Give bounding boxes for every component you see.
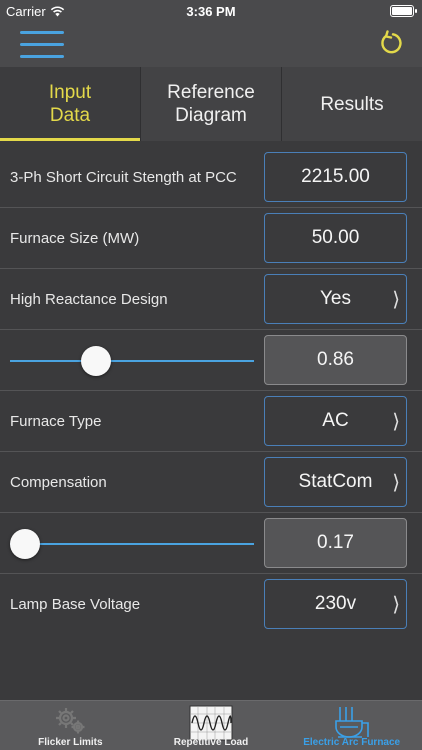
short-circuit-value: 2215.00 (301, 166, 370, 187)
row-compensation: Compensation StatCom ⟩ (0, 452, 422, 513)
high-reactance-selector[interactable]: Yes ⟩ (264, 274, 407, 324)
tabbar-item-electric-arc-furnace[interactable]: Electric Arc Furnace (281, 701, 422, 750)
status-time: 3:36 PM (186, 4, 236, 19)
repetitive-load-label: Repetitive Load (173, 737, 249, 748)
compensation-slider-value-box: 0.17 (264, 518, 407, 568)
battery-icon (390, 5, 417, 17)
electric-arc-furnace-label: Electric Arc Furnace (303, 737, 401, 748)
reactance-slider-thumb[interactable] (80, 346, 111, 376)
row-short-circuit: 3-Ph Short Circuit Stength at PCC 2215.0… (0, 147, 422, 208)
navigation-bar (0, 22, 422, 67)
row-compensation-slider: 0.17 (0, 513, 422, 574)
segment-tabs: Input Data Reference Diagram Results (0, 67, 422, 141)
lamp-voltage-label: Lamp Base Voltage (10, 596, 141, 613)
row-reactance-slider: 0.86 (0, 330, 422, 391)
furnace-size-value: 50.00 (311, 227, 360, 248)
reactance-slider-value: 0.86 (317, 349, 354, 370)
compensation-slider-track[interactable] (10, 529, 254, 559)
chevron-right-icon: ⟩ (392, 289, 400, 311)
row-lamp-voltage: Lamp Base Voltage 230v ⟩ (0, 574, 422, 635)
tab-input-data[interactable]: Input Data (0, 67, 141, 141)
compensation-slider-thumb[interactable] (10, 529, 40, 559)
refresh-icon[interactable] (378, 30, 404, 56)
furnace-type-value: AC (322, 410, 349, 431)
chevron-right-icon: ⟩ (392, 472, 400, 494)
lamp-voltage-value: 230v (314, 593, 357, 614)
high-reactance-label: High Reactance Design (10, 291, 168, 308)
waveform-icon (189, 705, 233, 741)
compensation-slider-value: 0.17 (317, 532, 354, 553)
gears-icon (56, 708, 85, 734)
furnace-icon (334, 707, 369, 738)
lamp-voltage-selector[interactable]: 230v ⟩ (264, 579, 407, 629)
compensation-value: StatCom (298, 471, 373, 492)
flicker-limits-label: Flicker Limits (38, 737, 103, 748)
bottom-tab-bar: Flicker Limits Repetitive Load Electric … (0, 700, 422, 750)
tab-results[interactable]: Results (282, 67, 422, 141)
furnace-type-selector[interactable]: AC ⟩ (264, 396, 407, 446)
status-bar: Carrier 3:36 PM (0, 0, 422, 22)
chevron-right-icon: ⟩ (392, 411, 400, 433)
chevron-right-icon: ⟩ (392, 594, 400, 616)
row-high-reactance: High Reactance Design Yes ⟩ (0, 269, 422, 330)
furnace-size-label: Furnace Size (MW) (10, 230, 140, 247)
short-circuit-input[interactable]: 2215.00 (264, 152, 407, 202)
furnace-size-input[interactable]: 50.00 (264, 213, 407, 263)
hamburger-menu-icon[interactable] (20, 28, 64, 60)
compensation-selector[interactable]: StatCom ⟩ (264, 457, 407, 507)
row-furnace-size: Furnace Size (MW) 50.00 (0, 208, 422, 269)
furnace-type-label: Furnace Type (10, 413, 102, 430)
high-reactance-value: Yes (320, 288, 351, 309)
row-furnace-type: Furnace Type AC ⟩ (0, 391, 422, 452)
reactance-slider-value-box: 0.86 (264, 335, 407, 385)
tabbar-item-repetitive-load[interactable]: Repetitive Load (141, 701, 282, 750)
input-form: 3-Ph Short Circuit Stength at PCC 2215.0… (0, 147, 422, 635)
tab-reference-diagram[interactable]: Reference Diagram (141, 67, 282, 141)
tabbar-item-flicker-limits[interactable]: Flicker Limits (0, 701, 141, 750)
reactance-slider-track[interactable] (10, 346, 254, 376)
short-circuit-label: 3-Ph Short Circuit Stength at PCC (10, 169, 237, 186)
compensation-label: Compensation (10, 474, 107, 491)
